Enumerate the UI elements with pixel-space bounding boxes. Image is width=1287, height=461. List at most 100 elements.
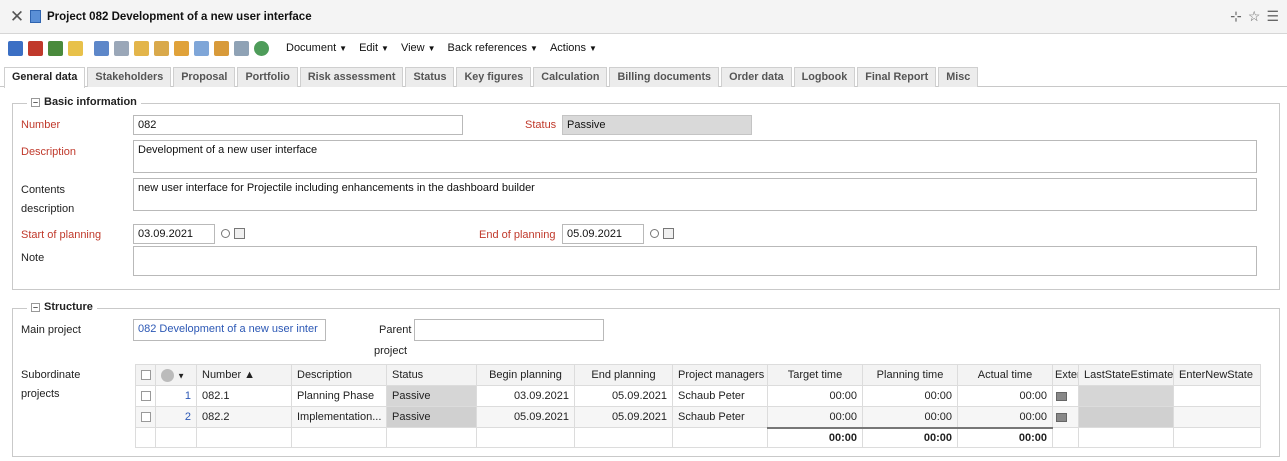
- column-header-project-managers[interactable]: Project managers: [672, 364, 768, 386]
- row-external[interactable]: [1052, 406, 1079, 428]
- chevron-down-icon: ▼: [589, 44, 597, 53]
- collapse-icon[interactable]: –: [31, 302, 40, 312]
- column-header-actual-time[interactable]: Actual time: [957, 364, 1053, 386]
- calendar-icon[interactable]: [234, 228, 245, 239]
- collapse-icon[interactable]: –: [31, 97, 40, 107]
- column-header-enter-new-state[interactable]: EnterNewState: [1173, 364, 1261, 386]
- row-actual-time[interactable]: 00:00: [957, 406, 1053, 428]
- tab-calculation[interactable]: Calculation: [533, 67, 608, 87]
- report-icon[interactable]: [234, 40, 249, 56]
- column-header-external[interactable]: Exter: [1052, 364, 1079, 386]
- column-header-end-planning[interactable]: End planning: [574, 364, 673, 386]
- users-icon[interactable]: [174, 40, 189, 56]
- tab-key-figures[interactable]: Key figures: [456, 67, 532, 87]
- gear-icon[interactable]: [161, 368, 174, 382]
- tab-portfolio[interactable]: Portfolio: [237, 67, 298, 87]
- external-icon[interactable]: [1056, 391, 1067, 401]
- row-end-planning[interactable]: 05.09.2021: [574, 385, 673, 407]
- column-header-target-time[interactable]: Target time: [767, 364, 863, 386]
- row-project-managers[interactable]: Schaub Peter: [672, 385, 768, 407]
- row-number[interactable]: 082.1: [196, 385, 292, 407]
- description-field[interactable]: Development of a new user interface: [133, 140, 1257, 173]
- column-header-description[interactable]: Description: [291, 364, 387, 386]
- column-header-number[interactable]: Number ▲: [196, 364, 292, 386]
- row-begin-planning[interactable]: 05.09.2021: [476, 406, 575, 428]
- star-icon[interactable]: ☆: [1248, 8, 1261, 25]
- select-all-header[interactable]: [135, 364, 156, 386]
- edit-icon[interactable]: [114, 40, 129, 56]
- main-project-field[interactable]: 082 Development of a new user inter: [133, 319, 326, 341]
- tab-billing-documents[interactable]: Billing documents: [609, 67, 720, 87]
- row-number[interactable]: 082.2: [196, 406, 292, 428]
- checklist-icon[interactable]: [154, 40, 169, 56]
- menu-edit[interactable]: Edit ▼: [359, 42, 389, 54]
- tab-proposal[interactable]: Proposal: [173, 67, 236, 87]
- row-actual-time[interactable]: 00:00: [957, 385, 1053, 407]
- select-all-checkbox[interactable]: [141, 370, 151, 381]
- column-header-last-state-estimate[interactable]: LastStateEstimate: [1078, 364, 1174, 386]
- row-checkbox[interactable]: [141, 391, 151, 402]
- row-end-planning[interactable]: 05.09.2021: [574, 406, 673, 428]
- external-icon[interactable]: [1056, 412, 1067, 422]
- row-target-time[interactable]: 00:00: [767, 406, 863, 428]
- save-close-icon[interactable]: [28, 40, 43, 56]
- table-row[interactable]: 2 082.2 Implementation... Passive 05.09.…: [135, 406, 1261, 428]
- close-icon[interactable]: ✕: [6, 7, 28, 27]
- start-of-planning-field[interactable]: 03.09.2021: [133, 224, 215, 244]
- menu-actions[interactable]: Actions ▼: [550, 42, 597, 54]
- end-of-planning-label: End of planning: [479, 229, 556, 241]
- search-icon[interactable]: [254, 40, 269, 56]
- tab-order-data[interactable]: Order data: [721, 67, 792, 87]
- menu-back-references[interactable]: Back references ▼: [448, 42, 538, 54]
- row-select-cell[interactable]: [135, 385, 156, 407]
- row-enter-new-state[interactable]: [1173, 406, 1261, 428]
- tab-logbook[interactable]: Logbook: [793, 67, 856, 87]
- subordinate-projects-label-1: Subordinate: [21, 369, 81, 381]
- row-description[interactable]: Implementation...: [291, 406, 387, 428]
- table-row[interactable]: 1 082.1 Planning Phase Passive 03.09.202…: [135, 385, 1261, 407]
- row-target-time[interactable]: 00:00: [767, 385, 863, 407]
- column-header-begin-planning[interactable]: Begin planning: [476, 364, 575, 386]
- tab-stakeholders[interactable]: Stakeholders: [87, 67, 172, 87]
- parent-project-field[interactable]: [414, 319, 604, 341]
- save-icon[interactable]: [8, 40, 23, 56]
- user-group-icon[interactable]: [214, 40, 229, 56]
- row-select-cell[interactable]: [135, 406, 156, 428]
- tab-risk-assessment[interactable]: Risk assessment: [299, 67, 404, 87]
- row-external[interactable]: [1052, 385, 1079, 407]
- table-icon[interactable]: [94, 40, 109, 56]
- clock-icon[interactable]: [221, 229, 230, 238]
- row-index[interactable]: 2: [155, 406, 197, 428]
- column-header-planning-time[interactable]: Planning time: [862, 364, 958, 386]
- clock-icon[interactable]: [650, 229, 659, 238]
- folder-open-icon[interactable]: [134, 40, 149, 56]
- column-header-status[interactable]: Status: [386, 364, 477, 386]
- row-enter-new-state[interactable]: [1173, 385, 1261, 407]
- row-project-managers[interactable]: Schaub Peter: [672, 406, 768, 428]
- note-field[interactable]: [133, 246, 1257, 276]
- row-planning-time[interactable]: 00:00: [862, 406, 958, 428]
- menu-document[interactable]: Document ▼: [286, 42, 347, 54]
- row-planning-time[interactable]: 00:00: [862, 385, 958, 407]
- chevron-down-icon: ▼: [339, 44, 348, 53]
- list-icon[interactable]: [194, 40, 209, 56]
- tab-final-report[interactable]: Final Report: [857, 67, 937, 87]
- folder-icon[interactable]: [68, 40, 83, 56]
- contents-description-field[interactable]: new user interface for Projectile includ…: [133, 178, 1257, 211]
- tab-status[interactable]: Status: [405, 67, 455, 87]
- number-field[interactable]: 082: [133, 115, 463, 135]
- user-download-icon[interactable]: [48, 40, 63, 56]
- row-begin-planning[interactable]: 03.09.2021: [476, 385, 575, 407]
- calendar-icon[interactable]: [663, 228, 674, 239]
- menu-view[interactable]: View ▼: [401, 42, 436, 54]
- end-of-planning-field[interactable]: 05.09.2021: [562, 224, 644, 244]
- end-date-picker: [650, 228, 674, 239]
- tab-misc[interactable]: Misc: [938, 67, 979, 87]
- pin-icon[interactable]: ⊹: [1230, 8, 1242, 25]
- row-description[interactable]: Planning Phase: [291, 385, 387, 407]
- tab-general-data[interactable]: General data: [4, 67, 86, 88]
- menu-icon[interactable]: ☰: [1266, 8, 1279, 25]
- gear-menu-header[interactable]: ▼: [155, 364, 197, 386]
- row-index[interactable]: 1: [155, 385, 197, 407]
- row-checkbox[interactable]: [141, 412, 151, 423]
